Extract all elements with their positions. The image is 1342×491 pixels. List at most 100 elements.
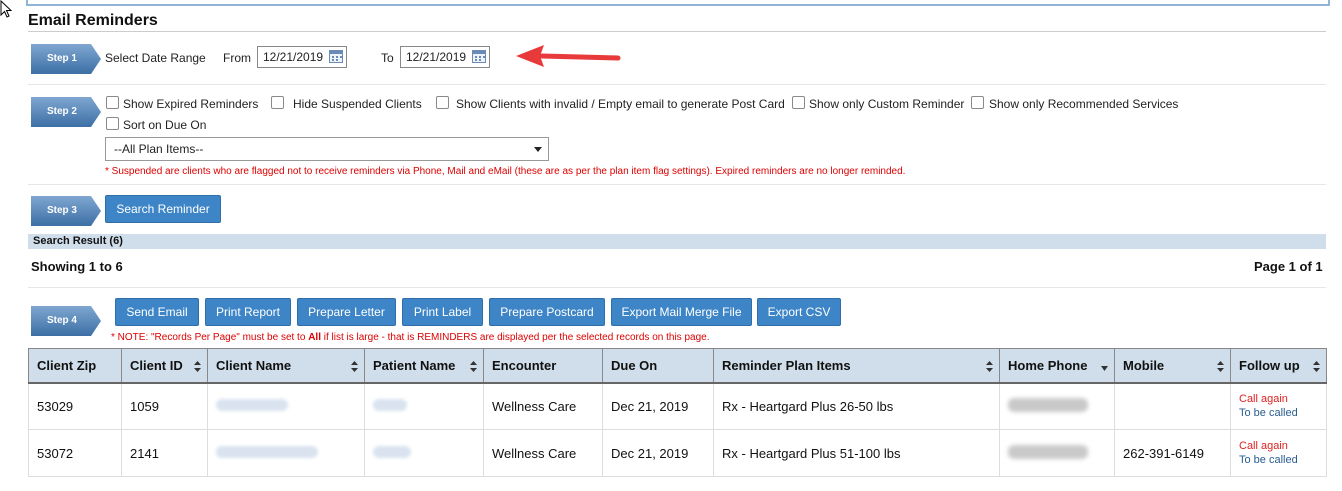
cell-patient-name-redacted[interactable] — [364, 382, 484, 430]
col-label: Client Name — [216, 357, 292, 373]
note-prefix: * NOTE: "Records Per Page" must be set t… — [111, 332, 309, 343]
col-label: Client Zip — [37, 357, 97, 373]
col-follow-up[interactable]: Follow up — [1230, 348, 1327, 384]
section-divider — [28, 84, 1326, 85]
plan-items-select[interactable]: --All Plan Items-- — [105, 137, 549, 161]
step-1-badge: Step 1 — [31, 44, 101, 74]
section-divider — [28, 184, 1326, 185]
to-label: To — [381, 51, 394, 65]
col-label: Client ID — [130, 357, 183, 373]
cell-plan-item: Rx - Heartgard Plus 26-50 lbs — [713, 382, 1000, 430]
col-home-phone[interactable]: Home Phone — [999, 348, 1115, 384]
suspended-note: * Suspended are clients who are flagged … — [105, 166, 906, 177]
cell-client-name-redacted[interactable] — [207, 429, 365, 477]
section-divider — [28, 287, 1326, 288]
sort-icon — [470, 361, 477, 372]
hide-suspended-checkbox[interactable] — [271, 96, 284, 109]
hide-suspended-label: Hide Suspended Clients — [293, 97, 422, 111]
chevron-down-icon — [534, 147, 542, 152]
follow-up-substatus[interactable]: To be called — [1239, 407, 1318, 419]
export-csv-button[interactable]: Export CSV — [757, 298, 841, 326]
sort-due-checkbox[interactable] — [106, 117, 119, 130]
custom-reminder-checkbox[interactable] — [792, 96, 805, 109]
col-encounter[interactable]: Encounter — [483, 348, 603, 384]
print-report-button[interactable]: Print Report — [205, 298, 291, 326]
col-client-id[interactable]: Client ID — [121, 348, 208, 384]
invalid-email-checkbox[interactable] — [436, 96, 449, 109]
table-header-row: Client Zip Client ID Client Name Patient… — [28, 348, 1327, 384]
title-divider — [28, 31, 1326, 32]
cell-home-phone-redacted — [999, 429, 1115, 477]
sort-icon — [986, 361, 993, 372]
cell-client-id: 1059 — [121, 382, 208, 430]
col-due-on[interactable]: Due On — [602, 348, 714, 384]
calendar-icon[interactable] — [472, 50, 486, 63]
reminders-table: Client Zip Client ID Client Name Patient… — [28, 348, 1327, 477]
col-label: Due On — [611, 357, 658, 373]
print-label-button[interactable]: Print Label — [402, 298, 483, 326]
top-panel-border — [26, 0, 1330, 6]
export-mail-merge-button[interactable]: Export Mail Merge File — [611, 298, 752, 326]
to-date-field[interactable]: 12/21/2019 — [400, 46, 490, 68]
from-date-value: 12/21/2019 — [263, 50, 324, 64]
from-date-field[interactable]: 12/21/2019 — [257, 46, 347, 68]
cell-follow-up: Call again To be called — [1230, 429, 1327, 477]
custom-reminder-label: Show only Custom Reminder — [809, 97, 965, 111]
recommended-services-checkbox[interactable] — [971, 96, 984, 109]
cell-due-on: Dec 21, 2019 — [602, 382, 714, 430]
col-reminder-plan-items[interactable]: Reminder Plan Items — [713, 348, 1000, 384]
col-label: Patient Name — [373, 357, 456, 373]
page-indicator: Page 1 of 1 — [1254, 259, 1323, 274]
step-4-label: Step 4 — [46, 315, 77, 326]
prepare-letter-button[interactable]: Prepare Letter — [297, 298, 396, 326]
cell-follow-up: Call again To be called — [1230, 382, 1327, 430]
search-reminder-button[interactable]: Search Reminder — [105, 195, 221, 223]
cell-plan-item: Rx - Heartgard Plus 51-100 lbs — [713, 429, 1000, 477]
prepare-postcard-button[interactable]: Prepare Postcard — [489, 298, 605, 326]
from-label: From — [223, 51, 251, 65]
calendar-icon[interactable] — [329, 50, 343, 63]
show-expired-label: Show Expired Reminders — [123, 97, 259, 111]
col-client-name[interactable]: Client Name — [207, 348, 365, 384]
follow-up-status[interactable]: Call again — [1239, 393, 1318, 405]
step-4-badge: Step 4 — [31, 306, 101, 336]
sort-icon — [1313, 361, 1320, 372]
cell-zip: 53072 — [28, 429, 122, 477]
step-3-label: Step 3 — [46, 205, 77, 216]
cell-encounter[interactable]: Wellness Care — [483, 429, 603, 477]
cell-client-name-redacted[interactable] — [207, 382, 365, 430]
send-email-button[interactable]: Send Email — [115, 298, 199, 326]
plan-items-value: --All Plan Items-- — [114, 142, 204, 156]
cell-due-on: Dec 21, 2019 — [602, 429, 714, 477]
sort-desc-icon — [1101, 366, 1108, 371]
col-patient-name[interactable]: Patient Name — [364, 348, 484, 384]
col-label: Mobile — [1123, 357, 1165, 373]
col-mobile[interactable]: Mobile — [1114, 348, 1231, 384]
col-label: Home Phone — [1008, 357, 1088, 373]
sort-icon — [194, 361, 201, 372]
cell-client-id: 2141 — [121, 429, 208, 477]
step-2-label: Step 2 — [46, 106, 77, 117]
search-result-header: Search Result (6) — [28, 234, 1326, 249]
recommended-services-label: Show only Recommended Services — [989, 97, 1179, 111]
date-range-label: Select Date Range — [105, 51, 206, 65]
table-row[interactable]: 53029 1059 Wellness Care Dec 21, 2019 Rx… — [28, 382, 1327, 430]
follow-up-substatus[interactable]: To be called — [1239, 454, 1318, 466]
invalid-email-label: Show Clients with invalid / Empty email … — [456, 97, 785, 111]
cell-patient-name-redacted[interactable] — [364, 429, 484, 477]
col-client-zip[interactable]: Client Zip — [28, 348, 122, 384]
to-date-value: 12/21/2019 — [406, 50, 467, 64]
step-1-label: Step 1 — [46, 53, 77, 64]
mouse-cursor-icon — [0, 0, 12, 18]
table-row[interactable]: 53072 2141 Wellness Care Dec 21, 2019 Rx… — [28, 429, 1327, 477]
col-label: Reminder Plan Items — [722, 357, 851, 373]
page-title: Email Reminders — [28, 12, 158, 29]
records-per-page-note: * NOTE: "Records Per Page" must be set t… — [111, 332, 709, 343]
col-label: Encounter — [492, 357, 557, 373]
cell-mobile: 262-391-6149 — [1114, 429, 1231, 477]
cell-encounter[interactable]: Wellness Care — [483, 382, 603, 430]
show-expired-checkbox[interactable] — [106, 96, 119, 109]
red-arrow-annotation — [516, 45, 621, 67]
follow-up-status[interactable]: Call again — [1239, 440, 1318, 452]
showing-count: Showing 1 to 6 — [31, 259, 123, 274]
